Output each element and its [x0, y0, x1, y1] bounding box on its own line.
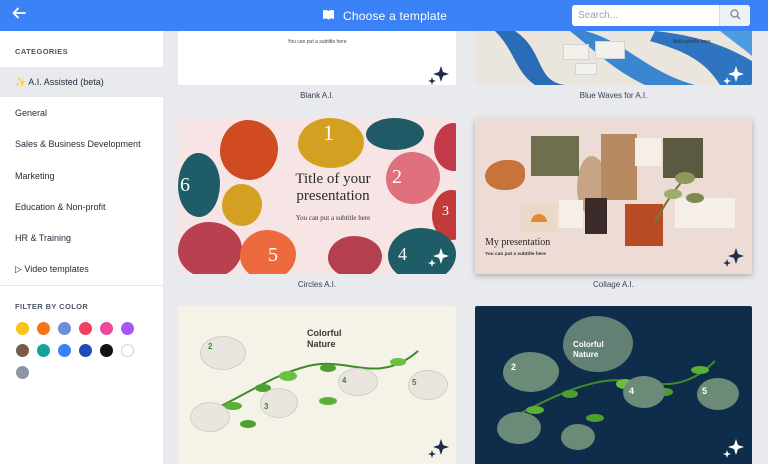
- color-swatch[interactable]: [58, 344, 71, 357]
- bubble-number: 3: [264, 402, 269, 411]
- sparkle-icon: [426, 246, 450, 270]
- category-video-templates[interactable]: ▷ Video templates: [0, 254, 163, 284]
- template-name-blank-ai: Blank A.I.: [300, 91, 334, 100]
- category-general[interactable]: General: [0, 98, 163, 128]
- bubble-shape: [561, 424, 595, 450]
- leaf-shape: [485, 160, 525, 190]
- sparkle-icon: [426, 64, 450, 85]
- category-hr[interactable]: HR & Training: [0, 223, 163, 253]
- search-box: [572, 5, 750, 26]
- circle-shape: [434, 123, 456, 171]
- bubble-number: 2: [511, 362, 517, 372]
- color-filter-heading: FILTER BY COLOR: [15, 302, 89, 311]
- circle-number: 3: [442, 204, 449, 219]
- template-card-blank-ai[interactable]: You can put a subtitle here: [178, 31, 456, 85]
- sparkle-icon: [721, 64, 745, 85]
- color-swatch[interactable]: [121, 344, 134, 357]
- card-fragment-text: Add subtitle here: [673, 39, 711, 45]
- card-title: My presentation: [485, 237, 551, 248]
- bubble-number: 4: [342, 376, 347, 385]
- collage-card: [559, 200, 583, 228]
- template-card-colorful-nature-light[interactable]: Colorful Nature 2 3 4 5: [178, 306, 456, 464]
- collage-photo: [601, 134, 637, 200]
- color-swatch[interactable]: [100, 344, 113, 357]
- category-sales[interactable]: Sales & Business Development: [0, 129, 163, 159]
- back-arrow-icon[interactable]: [12, 6, 34, 26]
- plant-art: [654, 172, 704, 224]
- bubble-number: 5: [412, 378, 417, 387]
- circle-shape: [178, 222, 242, 274]
- collage-photo: [585, 198, 607, 234]
- color-swatch[interactable]: [58, 322, 71, 335]
- bubble-number: 4: [629, 386, 635, 396]
- divider: [0, 285, 163, 286]
- categories-heading: CATEGORIES: [15, 47, 69, 56]
- color-swatch[interactable]: [37, 322, 50, 335]
- category-education[interactable]: Education & Non-profit: [0, 192, 163, 222]
- search-button[interactable]: [719, 5, 750, 26]
- page-title-text: Choose a template: [343, 9, 448, 23]
- sparkle-icon: [721, 437, 745, 461]
- color-swatch[interactable]: [16, 366, 29, 379]
- bubble-shape: [497, 412, 541, 444]
- bubble-shape: [503, 352, 559, 392]
- bubble-shape: [200, 336, 246, 370]
- bubble-number: 2: [208, 342, 213, 351]
- card-title: Title of your presentation: [295, 171, 371, 204]
- circle-number: 6: [180, 174, 190, 196]
- template-name-blue-waves: Blue Waves for A.I.: [579, 91, 648, 100]
- template-name-collage-ai: Collage A.I.: [593, 280, 634, 289]
- color-swatch[interactable]: [79, 322, 92, 335]
- sparkle-icon: [426, 437, 450, 461]
- circle-number: 1: [323, 120, 334, 145]
- collage-card: [531, 136, 579, 176]
- color-swatch[interactable]: [16, 322, 29, 335]
- search-input[interactable]: [572, 5, 719, 26]
- color-swatch[interactable]: [121, 322, 134, 335]
- sparkle-icon: [721, 246, 745, 270]
- sidebar: CATEGORIES ✨ A.I. Assisted (beta) Genera…: [0, 31, 163, 464]
- template-grid: You can put a subtitle here Blank A.I. A…: [163, 31, 768, 464]
- mini-slide: [575, 63, 597, 75]
- bubble-number: 5: [702, 386, 708, 396]
- color-swatch[interactable]: [37, 344, 50, 357]
- card-subtitle: You can put a subtitle here: [295, 214, 371, 222]
- book-icon: [322, 9, 335, 23]
- circle-number: 4: [398, 244, 407, 264]
- circle-shape: [366, 118, 424, 150]
- top-bar: Choose a template: [0, 0, 768, 31]
- page-title: Choose a template: [322, 6, 447, 26]
- category-marketing[interactable]: Marketing: [0, 161, 163, 191]
- category-ai-assisted[interactable]: ✨ A.I. Assisted (beta): [0, 67, 163, 97]
- color-swatch[interactable]: [100, 322, 113, 335]
- mini-slide: [563, 44, 589, 60]
- circle-shape: [222, 184, 262, 226]
- template-card-circles-ai[interactable]: 1 6 2 3 5 4 Title of your presentation Y…: [178, 118, 456, 274]
- color-swatch[interactable]: [79, 344, 92, 357]
- mini-slide: [595, 41, 625, 59]
- template-card-colorful-nature-dark[interactable]: Colorful Nature 2 4 5: [475, 306, 752, 464]
- card-subtitle: You can put a subtitle here: [485, 252, 546, 257]
- circle-shape: [328, 236, 382, 274]
- card-subtitle: You can put a subtitle here: [287, 39, 347, 45]
- template-name-circles-ai: Circles A.I.: [297, 280, 337, 289]
- circle-number: 5: [268, 244, 278, 266]
- template-card-blue-waves[interactable]: Add subtitle here: [475, 31, 752, 85]
- search-icon: [729, 8, 741, 23]
- color-swatch[interactable]: [16, 344, 29, 357]
- bubble-shape: [190, 402, 230, 432]
- template-card-collage-ai[interactable]: My presentation You can put a subtitle h…: [475, 118, 752, 274]
